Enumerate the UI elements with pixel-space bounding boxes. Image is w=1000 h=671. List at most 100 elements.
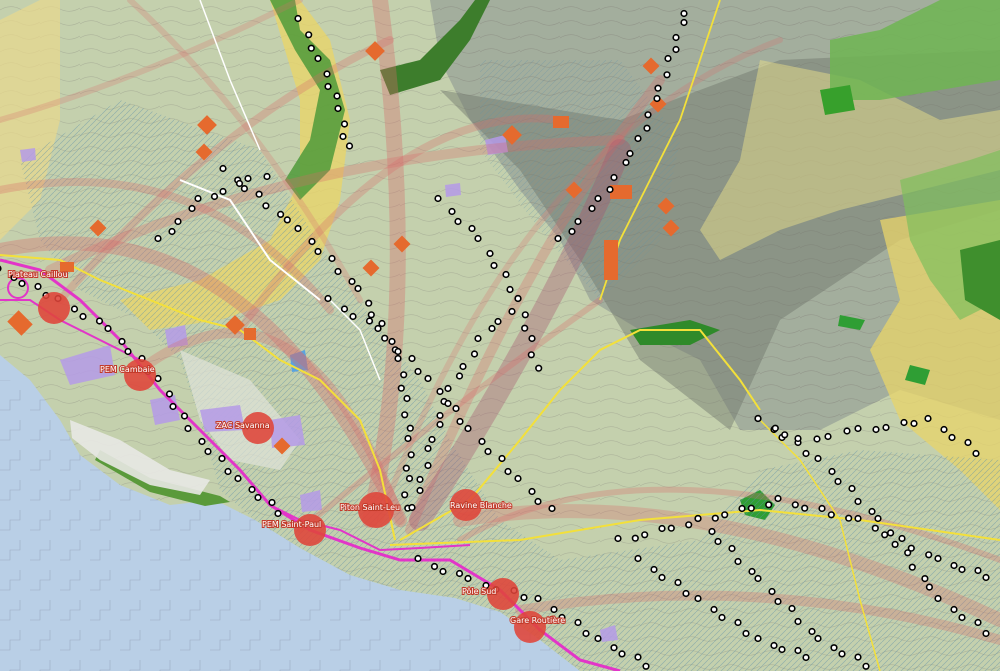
bus-stop-marker[interactable] <box>664 54 672 63</box>
bus-stop-marker[interactable] <box>848 484 856 493</box>
bus-stop-marker[interactable] <box>244 174 252 183</box>
bus-stop-marker[interactable] <box>454 217 462 226</box>
bus-stop-marker[interactable] <box>535 364 543 372</box>
bus-stop-marker[interactable] <box>169 402 177 411</box>
bus-stop-marker[interactable] <box>642 662 650 670</box>
bus-stop-marker[interactable] <box>814 634 822 643</box>
bus-stop-marker[interactable] <box>854 424 862 433</box>
bus-stop-marker[interactable] <box>436 387 444 396</box>
bus-stop-marker[interactable] <box>436 420 444 429</box>
bus-stop-marker[interactable] <box>900 418 908 427</box>
bus-stop-marker[interactable] <box>748 567 756 576</box>
bus-stop-marker[interactable] <box>708 527 716 536</box>
bus-stop-marker[interactable] <box>414 554 422 563</box>
bus-stop-marker[interactable] <box>455 372 464 380</box>
bus-stop-marker[interactable] <box>904 549 912 557</box>
bus-stop-marker[interactable] <box>263 172 271 181</box>
bus-stop-marker[interactable] <box>118 337 126 346</box>
bus-stop-marker[interactable] <box>830 644 838 652</box>
bus-stop-marker[interactable] <box>788 604 796 613</box>
bus-stop-marker[interactable] <box>871 524 879 532</box>
bus-stop-marker[interactable] <box>774 494 782 503</box>
bus-stop-marker[interactable] <box>444 399 452 408</box>
bus-stop-marker[interactable] <box>781 431 789 439</box>
bus-stop-marker[interactable] <box>618 650 626 658</box>
bus-stop-marker[interactable] <box>588 204 596 213</box>
bus-stop-marker[interactable] <box>354 284 362 293</box>
bus-stop-marker[interactable] <box>104 324 112 333</box>
bus-stop-marker[interactable] <box>314 247 322 256</box>
bus-stop-marker[interactable] <box>18 279 26 288</box>
bus-stop-marker[interactable] <box>444 384 452 393</box>
bus-stop-marker[interactable] <box>219 187 227 196</box>
bus-stop-marker[interactable] <box>754 414 762 423</box>
bus-stop-marker[interactable] <box>401 491 409 499</box>
bus-stop-marker[interactable] <box>165 390 174 398</box>
bus-stop-marker[interactable] <box>210 192 219 201</box>
bus-stop-marker[interactable] <box>416 475 424 484</box>
bus-stop-marker[interactable] <box>974 566 982 575</box>
bus-stop-marker[interactable] <box>404 434 412 443</box>
bus-stop-marker[interactable] <box>694 594 702 603</box>
bus-stop-marker[interactable] <box>631 534 639 542</box>
bus-stop-marker[interactable] <box>550 605 558 614</box>
bus-stop-marker[interactable] <box>721 511 729 519</box>
bus-stop-marker[interactable] <box>174 217 182 226</box>
bus-stop-marker[interactable] <box>738 504 746 513</box>
bus-stop-marker[interactable] <box>248 485 256 494</box>
bus-stop-marker[interactable] <box>594 634 602 643</box>
bus-stop-marker[interactable] <box>950 605 958 614</box>
bus-stop-marker[interactable] <box>520 593 528 602</box>
bus-stop-marker[interactable] <box>653 94 661 103</box>
bus-stop-marker[interactable] <box>802 653 810 662</box>
bus-stop-marker[interactable] <box>582 629 590 638</box>
bus-stop-marker[interactable] <box>711 514 719 522</box>
bus-stop-marker[interactable] <box>672 33 680 42</box>
bus-stop-marker[interactable] <box>710 605 718 614</box>
bus-stop-marker[interactable] <box>407 451 415 459</box>
bus-stop-marker[interactable] <box>982 629 990 638</box>
bus-stop-marker[interactable] <box>439 567 447 576</box>
bus-stop-marker[interactable] <box>680 18 688 27</box>
bus-stop-marker[interactable] <box>801 504 809 512</box>
bus-stop-marker[interactable] <box>521 311 529 319</box>
bus-stop-marker[interactable] <box>459 362 467 371</box>
bus-stop-marker[interactable] <box>456 417 464 426</box>
bus-stop-marker[interactable] <box>314 54 322 63</box>
bus-stop-marker[interactable] <box>950 561 958 570</box>
bus-stop-marker[interactable] <box>402 464 410 472</box>
bus-stop-marker[interactable] <box>274 509 282 518</box>
bus-stop-marker[interactable] <box>641 531 649 539</box>
bus-stop-marker[interactable] <box>508 307 516 316</box>
bus-stop-marker[interactable] <box>794 617 802 626</box>
bus-stop-marker[interactable] <box>924 414 932 423</box>
bus-stop-marker[interactable] <box>881 531 889 539</box>
bus-stop-marker[interactable] <box>340 305 349 313</box>
bus-stop-marker[interactable] <box>488 324 496 333</box>
bus-stop-marker[interactable] <box>194 194 202 203</box>
bus-stop-marker[interactable] <box>436 411 444 420</box>
bus-stop-marker[interactable] <box>374 324 382 333</box>
bus-stop-marker[interactable] <box>534 497 542 506</box>
bus-stop-marker[interactable] <box>614 534 622 543</box>
bus-stop-marker[interactable] <box>574 618 582 627</box>
bus-stop-marker[interactable] <box>940 425 948 434</box>
bus-stop-marker[interactable] <box>307 44 315 52</box>
bus-stop-marker[interactable] <box>908 563 916 571</box>
bus-stop-marker[interactable] <box>365 317 374 325</box>
bus-stop-marker[interactable] <box>448 207 456 216</box>
bus-stop-marker[interactable] <box>424 444 432 453</box>
bus-stop-marker[interactable] <box>818 504 826 513</box>
bus-stop-marker[interactable] <box>154 374 162 383</box>
bus-stop-marker[interactable] <box>972 449 980 458</box>
bus-stop-marker[interactable] <box>452 404 460 413</box>
bus-stop-marker[interactable] <box>974 618 982 627</box>
bus-stop-marker[interactable] <box>408 503 416 512</box>
bus-stop-marker[interactable] <box>898 534 906 543</box>
bus-stop-marker[interactable] <box>768 587 776 596</box>
bus-stop-marker[interactable] <box>428 435 436 444</box>
map-canvas[interactable]: Plateau Caillou PEM Cambaie ZAC Savanna … <box>0 0 1000 671</box>
bus-stop-marker[interactable] <box>791 501 799 509</box>
bus-stop-marker[interactable] <box>925 551 933 559</box>
bus-stop-marker[interactable] <box>79 312 87 321</box>
